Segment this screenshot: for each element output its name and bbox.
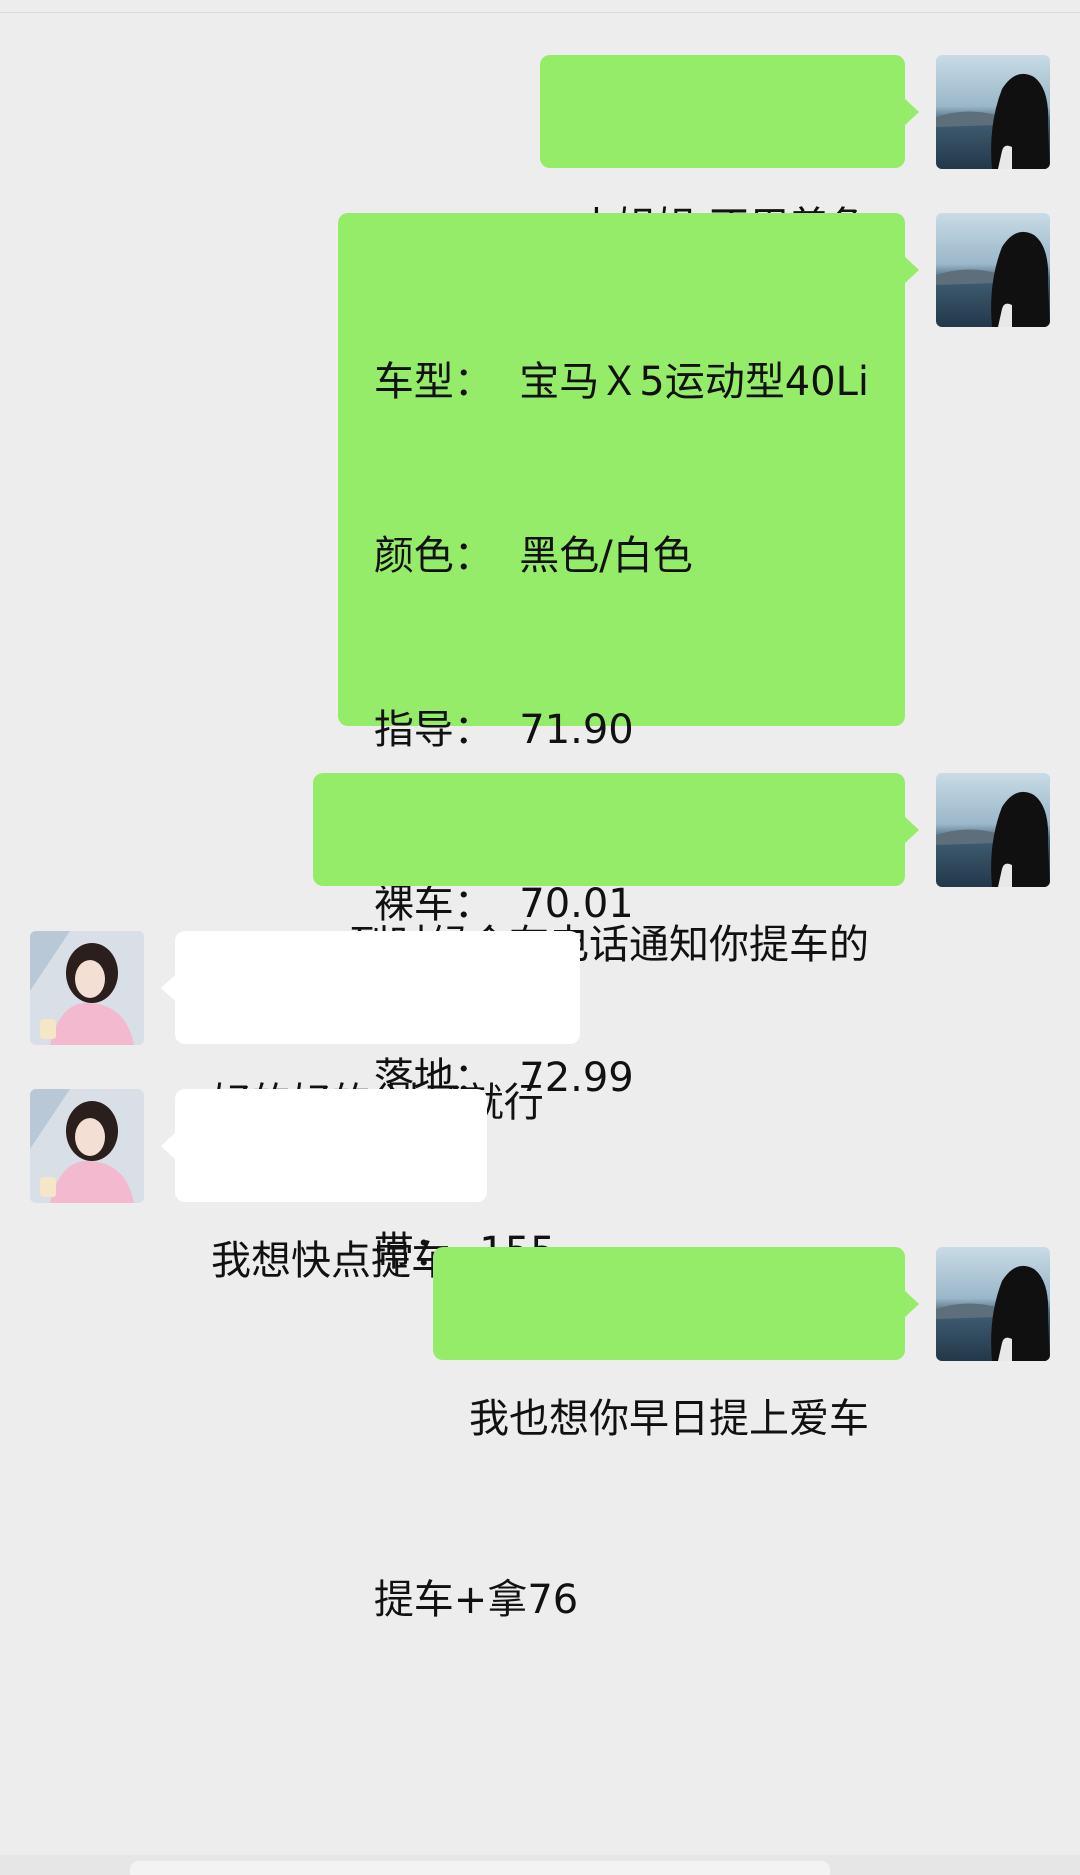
chat-bubble-sent[interactable]: 小姐姐 不用着急 xyxy=(540,55,919,250)
message-text: 提车+拿76 xyxy=(373,1577,579,1623)
woman-by-lake-avatar-icon xyxy=(936,213,1050,327)
chat-bubble-sent[interactable]: 我也想你早日提上爱车 xyxy=(433,1247,919,1442)
girl-pink-sweater-avatar-icon xyxy=(30,931,144,1045)
top-divider xyxy=(0,0,1080,13)
avatar[interactable] xyxy=(936,1247,1050,1361)
message-text: 指导： 71.90 xyxy=(373,707,634,753)
woman-by-lake-avatar-icon xyxy=(936,55,1050,169)
woman-by-lake-avatar-icon xyxy=(936,1247,1050,1361)
message-text: 颜色： 黑色/白色 xyxy=(373,533,693,579)
chat-bubble-sent[interactable]: 车型： 宝马Ｘ5运动型40Li 颜色： 黑色/白色 指导： 71.90 裸车： … xyxy=(337,213,920,1623)
avatar[interactable] xyxy=(30,931,144,1045)
chat-bubble-received[interactable]: 好的好的 过了就行 xyxy=(161,931,580,1126)
girl-pink-sweater-avatar-icon xyxy=(30,1089,144,1203)
message-text: 车型： 宝马Ｘ5运动型40Li xyxy=(373,359,869,405)
avatar[interactable] xyxy=(30,1089,144,1203)
woman-by-lake-avatar-icon xyxy=(936,773,1050,887)
avatar[interactable] xyxy=(936,213,1050,327)
message-text: 我想快点提车 xyxy=(211,1238,451,1284)
input-bar-edge xyxy=(0,1855,1080,1875)
input-field-edge[interactable] xyxy=(130,1861,830,1875)
chat-bubble-received[interactable]: 我想快点提车 xyxy=(161,1089,487,1284)
chat-bubble-sent[interactable]: 到时候会有电话通知你提车的 xyxy=(313,773,919,968)
avatar[interactable] xyxy=(936,773,1050,887)
message-text: 我也想你早日提上爱车 xyxy=(469,1396,869,1442)
avatar[interactable] xyxy=(936,55,1050,169)
